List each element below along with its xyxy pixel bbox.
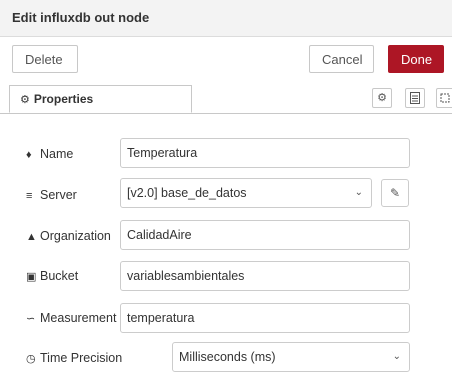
- dialog-toolbar: Delete Cancel Done: [0, 37, 452, 81]
- server-select[interactable]: [v2.0] base_de_datos ⌄: [120, 178, 372, 208]
- document-icon: [410, 92, 420, 104]
- chevron-down-icon: ⌄: [392, 351, 401, 362]
- cancel-button[interactable]: Cancel: [309, 45, 374, 73]
- done-button[interactable]: Done: [388, 45, 444, 73]
- server-icon: ≡: [26, 190, 33, 202]
- dialog-title: Edit influxdb out node: [12, 10, 150, 25]
- time-precision-label: ◷ Time Precision: [26, 351, 123, 365]
- organization-input[interactable]: CalidadAire: [120, 220, 410, 250]
- bucket-input[interactable]: variablesambientales: [120, 261, 410, 291]
- edit-server-button[interactable]: ✎: [381, 179, 409, 207]
- gear-icon: ⚙: [377, 92, 387, 104]
- edit-dialog: Edit influxdb out node Delete Cancel Don…: [0, 0, 452, 375]
- organization-label: ▲ Organization: [26, 229, 111, 243]
- delete-button[interactable]: Delete: [12, 45, 78, 73]
- pencil-icon: ✎: [389, 186, 401, 200]
- server-label: ≡ Server: [26, 188, 77, 202]
- bucket-label: ▣ Bucket: [26, 269, 79, 283]
- database-icon: ▣: [26, 271, 37, 283]
- measurement-label: ∽ Measurement: [26, 311, 117, 325]
- rss-icon: ∽: [26, 313, 36, 325]
- settings-tab-button[interactable]: ⚙: [372, 88, 392, 108]
- sitemap-icon: ▲: [26, 231, 37, 243]
- dialog-header: Edit influxdb out node: [0, 0, 452, 37]
- gear-icon: ⚙: [20, 94, 30, 106]
- appearance-tab-button[interactable]: [436, 88, 452, 108]
- server-select-value: [v2.0] base_de_datos: [127, 186, 247, 200]
- tag-icon: ♦: [26, 149, 32, 161]
- time-precision-value: Milliseconds (ms): [179, 350, 276, 364]
- clock-icon: ◷: [26, 353, 36, 365]
- chevron-down-icon: ⌄: [354, 187, 363, 198]
- frame-icon: [440, 93, 450, 103]
- description-tab-button[interactable]: [405, 88, 425, 108]
- name-input[interactable]: Temperatura: [120, 138, 410, 168]
- tab-properties[interactable]: ⚙ Properties: [9, 85, 192, 113]
- tab-properties-label: Properties: [33, 92, 94, 106]
- name-label: ♦ Name: [26, 147, 74, 161]
- time-precision-select[interactable]: Milliseconds (ms) ⌄: [172, 342, 410, 372]
- measurement-input[interactable]: temperatura: [120, 303, 410, 333]
